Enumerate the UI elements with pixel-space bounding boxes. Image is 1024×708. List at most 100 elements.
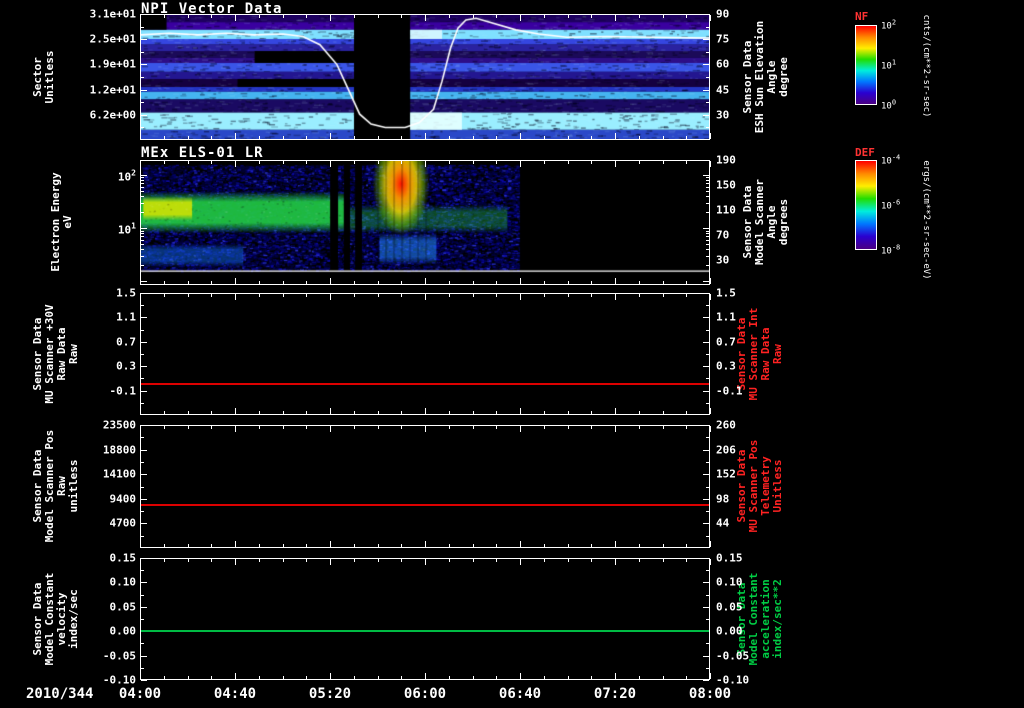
axis-tick (401, 426, 403, 429)
axis-tick (141, 230, 144, 232)
axis-tick (706, 594, 709, 596)
panel-model-constant-velocity (140, 558, 710, 680)
axis-tick (706, 26, 709, 28)
axis-tick (710, 673, 711, 679)
nf-colorbar-title: NF (855, 10, 869, 23)
axis-tick (141, 437, 144, 439)
axis-tick (472, 161, 474, 164)
axis-tick (662, 281, 664, 284)
axis-tick (706, 230, 709, 232)
npi-spectrogram-canvas (141, 15, 709, 139)
axis-tick (686, 544, 688, 547)
x-tick-label: 04:40 (213, 686, 257, 702)
axis-tick (710, 278, 711, 284)
axis-tick (330, 408, 331, 414)
axis-tick (472, 411, 474, 414)
axis-tick (187, 426, 189, 429)
y-tick-label: 110 (716, 203, 736, 217)
axis-tick (703, 228, 709, 230)
axis-tick (141, 255, 144, 257)
axis-tick (448, 426, 450, 429)
axis-tick (591, 161, 593, 164)
axis-tick (235, 161, 236, 167)
axis-tick (615, 426, 616, 432)
axis-tick (520, 673, 521, 679)
axis-tick (235, 559, 236, 565)
axis-tick (141, 570, 144, 572)
axis-tick (211, 411, 213, 414)
axis-tick (706, 196, 709, 198)
axis-tick (706, 511, 709, 513)
y-tick-label: 6.2e+00 (89, 108, 136, 122)
axis-tick (330, 673, 331, 679)
axis-tick (282, 676, 284, 679)
axis-tick (591, 15, 593, 18)
axis-tick (401, 281, 403, 284)
axis-tick (638, 559, 640, 562)
axis-tick (543, 426, 545, 429)
axis-tick (401, 136, 403, 139)
axis-tick (448, 676, 450, 679)
axis-tick (706, 244, 709, 246)
axis-tick (306, 559, 308, 562)
y-tick-label: 152 (716, 467, 736, 481)
axis-tick (706, 212, 709, 214)
axis-tick (258, 411, 260, 414)
axis-tick (140, 133, 141, 139)
axis-tick (187, 676, 189, 679)
axis-tick (141, 655, 147, 657)
axis-tick (706, 619, 709, 620)
axis-tick (330, 294, 331, 300)
axis-tick (706, 239, 709, 241)
axis-tick (141, 402, 144, 404)
axis-tick (520, 161, 521, 167)
axis-tick (710, 559, 711, 565)
axis-tick (141, 582, 147, 584)
axis-tick (258, 281, 260, 284)
colorbar-tick-label: 101 (881, 58, 897, 72)
axis-tick (330, 161, 331, 167)
nf-colorbar (855, 25, 877, 105)
axis-tick (377, 676, 379, 679)
axis-tick (211, 676, 213, 679)
axis-tick (686, 294, 688, 297)
y-tick-label: 1.2e+01 (89, 83, 136, 97)
axis-tick (306, 676, 308, 679)
axis-tick (282, 136, 284, 139)
axis-tick (520, 408, 521, 414)
axis-tick (211, 161, 213, 164)
axis-tick (591, 136, 593, 139)
axis-tick (141, 305, 144, 307)
axis-tick (706, 378, 709, 380)
axis-tick (638, 15, 640, 18)
y-tick-label: 75 (716, 32, 730, 46)
y-tick-label: 3.1e+01 (89, 7, 136, 21)
axis-tick (141, 265, 144, 267)
axis-tick (187, 411, 189, 414)
axis-tick (140, 673, 141, 679)
axis-tick (306, 15, 308, 18)
axis-tick (141, 239, 144, 241)
axis-tick (496, 294, 498, 297)
axis-tick (401, 161, 403, 164)
axis-tick (662, 559, 664, 562)
axis-tick (448, 15, 450, 18)
axis-tick (615, 559, 616, 565)
axis-tick (141, 594, 144, 596)
axis-tick (258, 544, 260, 547)
axis-tick (141, 511, 144, 513)
axis-tick (543, 544, 545, 547)
axis-tick (141, 39, 147, 41)
axis-tick (615, 133, 616, 139)
axis-tick (377, 15, 379, 18)
axis-tick (638, 161, 640, 164)
axis-tick (706, 329, 709, 331)
axis-tick (615, 294, 616, 300)
axis-tick (330, 15, 331, 21)
axis-tick (706, 191, 709, 193)
axis-tick (282, 411, 284, 414)
date-label: 2010/344 (26, 686, 94, 702)
axis-tick (710, 408, 711, 414)
axis-tick (543, 15, 545, 18)
axis-tick (141, 293, 147, 294)
